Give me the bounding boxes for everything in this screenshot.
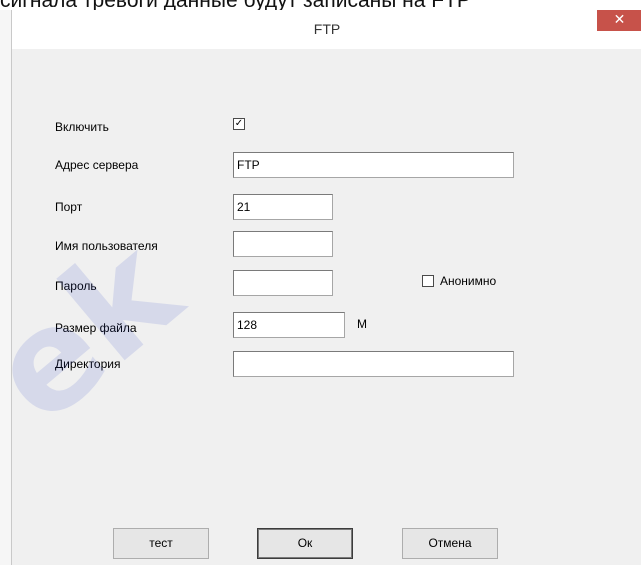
window-title: FTP bbox=[313, 21, 341, 37]
username-input[interactable] bbox=[233, 231, 333, 257]
checkmark-icon: ✓ bbox=[234, 118, 244, 129]
ftp-dialog: FTP ✕ Включить ✓ Адрес сервера Порт Имя … bbox=[11, 10, 641, 565]
dialog-content: Включить ✓ Адрес сервера Порт Имя пользо… bbox=[12, 49, 641, 565]
username-label: Имя пользователя bbox=[55, 239, 158, 253]
file-size-label: Размер файла bbox=[55, 321, 137, 335]
port-input[interactable] bbox=[233, 194, 333, 220]
password-label: Пароль bbox=[55, 279, 97, 293]
enable-label: Включить bbox=[55, 120, 109, 134]
background-page-strip bbox=[0, 10, 11, 565]
close-button[interactable]: ✕ bbox=[597, 10, 641, 31]
directory-label: Директория bbox=[55, 357, 121, 371]
file-size-unit: М bbox=[357, 317, 367, 331]
directory-input[interactable] bbox=[233, 351, 514, 377]
server-address-input[interactable] bbox=[233, 152, 514, 178]
anonymous-checkbox[interactable] bbox=[422, 275, 434, 287]
title-bar[interactable]: FTP ✕ bbox=[12, 10, 641, 49]
password-input[interactable] bbox=[233, 270, 333, 296]
port-label: Порт bbox=[55, 200, 83, 214]
close-icon: ✕ bbox=[613, 12, 626, 28]
cancel-button[interactable]: Отмена bbox=[402, 528, 498, 559]
enable-checkbox[interactable]: ✓ bbox=[233, 118, 245, 130]
test-button[interactable]: тест bbox=[113, 528, 209, 559]
server-address-label: Адрес сервера bbox=[55, 158, 139, 172]
file-size-input[interactable] bbox=[233, 312, 345, 338]
anonymous-label: Анонимно bbox=[440, 274, 497, 288]
ok-button[interactable]: Ок bbox=[257, 528, 353, 559]
